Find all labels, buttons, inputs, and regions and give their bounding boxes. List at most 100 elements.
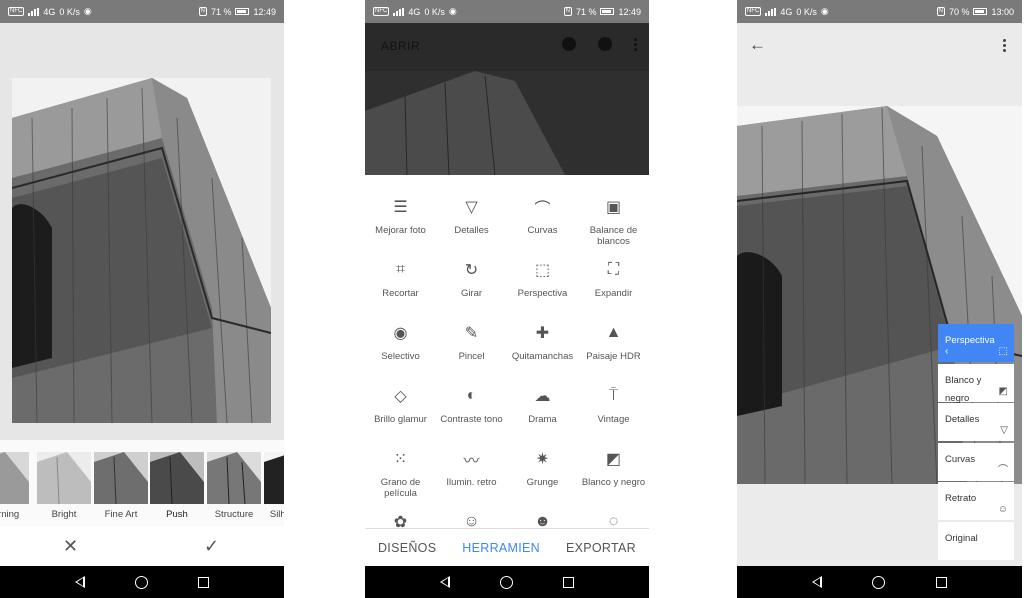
back-arrow-icon[interactable]: ← (749, 35, 766, 55)
nav-home-icon[interactable] (500, 575, 513, 589)
tool-paisaje-hdr[interactable]: ▲ Paisaje HDR (578, 322, 649, 362)
phone-tools-screen: NFC 4G 0 K/s ◉ N 71 % 12:49 ABRIR ☰ Mejo… (365, 0, 649, 598)
stack-item-original[interactable]: Original (938, 521, 1014, 560)
healing-icon: ✚ (535, 325, 550, 342)
tool-label: Paisaje HDR (586, 351, 641, 362)
tool-grunge[interactable]: ✷ Grunge (507, 448, 578, 488)
filter-item[interactable]: Morning (0, 452, 29, 520)
nav-back-icon[interactable] (812, 576, 823, 588)
tab-herramientas[interactable]: HERRAMIEN (462, 541, 540, 555)
lamp-icon: ⍑ (608, 387, 619, 404)
nav-home-icon[interactable] (872, 575, 886, 589)
triangle-down-icon: ▽ (1000, 425, 1008, 436)
battery-percent: 70 % (948, 6, 970, 17)
rotate-icon: ↻ (464, 262, 479, 279)
mountain-icon: ▲ (605, 324, 622, 341)
tool-dots-circle[interactable]: ◌ (578, 511, 649, 528)
signal-icon (765, 7, 777, 16)
stack-item-perspectiva[interactable]: Perspectiva ‹ ⬚ (938, 324, 1014, 362)
tool-brillo-glamur[interactable]: ◇ Brillo glamur (365, 385, 436, 425)
tool-detalles[interactable]: ▽ Detalles (436, 196, 507, 236)
filter-item[interactable]: Structure (207, 452, 261, 520)
tools-grid: ☰ Mejorar foto ▽ Detalles ⌒ Curvas ▣ Bal… (365, 182, 649, 528)
layers-icon[interactable] (562, 37, 576, 51)
data-speed: 0 K/s (796, 6, 817, 17)
stack-item-detalles[interactable]: Detalles ▽ (938, 403, 1014, 441)
tool-blanco-negro[interactable]: ◩ Blanco y negro (578, 448, 649, 488)
filter-item-selected[interactable]: Push (150, 452, 204, 520)
tool-curvas[interactable]: ⌒ Curvas (507, 196, 578, 236)
dimmed-photo (365, 71, 649, 175)
action-bar: ✕ ✓ (0, 526, 284, 566)
battery-icon (600, 8, 615, 15)
tab-disenos[interactable]: DISEÑOS (378, 541, 436, 555)
tool-quitamanchas[interactable]: ✚ Quitamanchas (507, 322, 578, 362)
dimmed-photo-header: ABRIR (365, 23, 649, 175)
close-icon[interactable]: ✕ (63, 536, 78, 557)
nav-recents-icon[interactable] (198, 576, 209, 588)
stack-item-curvas[interactable]: Curvas ⌒ (938, 442, 1014, 481)
tool-label: Brillo glamur (374, 414, 427, 425)
tool-expandir[interactable]: ⛶ Expandir (578, 259, 649, 299)
tool-contraste-tono[interactable]: ◐ Contraste tono (436, 385, 507, 425)
tool-pincel[interactable]: ✎ Pincel (436, 322, 507, 362)
tool-label: Contraste tono (440, 414, 503, 425)
tool-balance-blancos[interactable]: ▣ Balance de blancos (578, 196, 649, 247)
more-options-icon[interactable] (1003, 39, 1006, 52)
tool-face-frame[interactable]: ☻ (507, 511, 578, 528)
crop-icon: ⌗ (395, 261, 405, 278)
filter-label: Fine Art (104, 509, 138, 520)
tool-label: Blanco y negro (581, 477, 646, 488)
more-options-icon[interactable] (634, 37, 637, 51)
triangle-down-icon: ▽ (465, 199, 478, 216)
top-app-bar: ← (737, 23, 1022, 69)
chevron-left-icon[interactable]: ‹ (945, 346, 948, 357)
tune-icon: ☰ (393, 199, 408, 216)
nav-home-icon[interactable] (135, 575, 148, 589)
tool-girar[interactable]: ↻ Girar (436, 259, 507, 299)
nav-back-icon[interactable] (75, 576, 85, 588)
tool-label: Vintage (597, 414, 630, 425)
tool-vintage[interactable]: ⍑ Vintage (578, 385, 649, 425)
mustache-icon: 〰 (463, 453, 480, 470)
filter-item[interactable]: Silhouette (264, 452, 284, 520)
tool-film-reel[interactable]: ✿ (365, 511, 436, 528)
curves-icon: ⌒ (998, 464, 1008, 476)
filter-thumbnail (37, 452, 91, 504)
tool-drama[interactable]: ☁ Drama (507, 385, 578, 425)
nav-back-icon[interactable] (440, 576, 450, 588)
tool-label: Ilumin. retro (446, 477, 497, 488)
open-button[interactable]: ABRIR (381, 39, 420, 53)
filter-item[interactable]: Bright (37, 452, 91, 520)
bw-icon: ◩ (605, 451, 622, 468)
info-icon[interactable] (598, 37, 612, 51)
tool-face[interactable]: ☺ (436, 511, 507, 528)
stack-item-retrato[interactable]: Retrato ☺ (938, 482, 1014, 520)
grain-icon: ⁙ (393, 451, 408, 468)
stack-label: Retrato (945, 493, 977, 504)
stack-item-blanco-negro[interactable]: Blanco y negro ◩ (938, 363, 1014, 404)
tool-label: Expandir (594, 288, 633, 299)
tool-label: Pincel (458, 351, 485, 362)
nav-recents-icon[interactable] (563, 576, 574, 588)
tool-label: Quitamanchas (511, 351, 574, 362)
network-label: 4G (43, 6, 56, 17)
tool-ilumin-retro[interactable]: 〰 Ilumin. retro (436, 448, 507, 488)
tool-mejorar-foto[interactable]: ☰ Mejorar foto (365, 196, 436, 236)
tool-selectivo[interactable]: ◉ Selectivo (365, 322, 436, 362)
nav-recents-icon[interactable] (935, 576, 947, 588)
filter-label: Silhouette (269, 509, 284, 520)
filter-item[interactable]: Fine Art (94, 452, 148, 520)
check-icon[interactable]: ✓ (204, 536, 219, 557)
tab-exportar[interactable]: EXPORTAR (566, 541, 636, 555)
bw-icon: ◩ (998, 385, 1008, 397)
system-nav-bar (365, 566, 649, 598)
tool-label: Detalles (454, 225, 489, 236)
phone-edit-stack-screen: NFC 4G 0 K/s ◉ N 70 % 13:00 ← Perspectiv… (737, 0, 1022, 598)
tool-recortar[interactable]: ⌗ Recortar (365, 259, 436, 299)
clock: 12:49 (253, 6, 276, 17)
tool-label: Grano de película (380, 477, 421, 499)
battery-percent: 71 % (210, 6, 232, 17)
tool-perspectiva[interactable]: ⬚ Perspectiva (507, 259, 578, 299)
tool-grano-pelicula[interactable]: ⁙ Grano de película (365, 448, 436, 499)
